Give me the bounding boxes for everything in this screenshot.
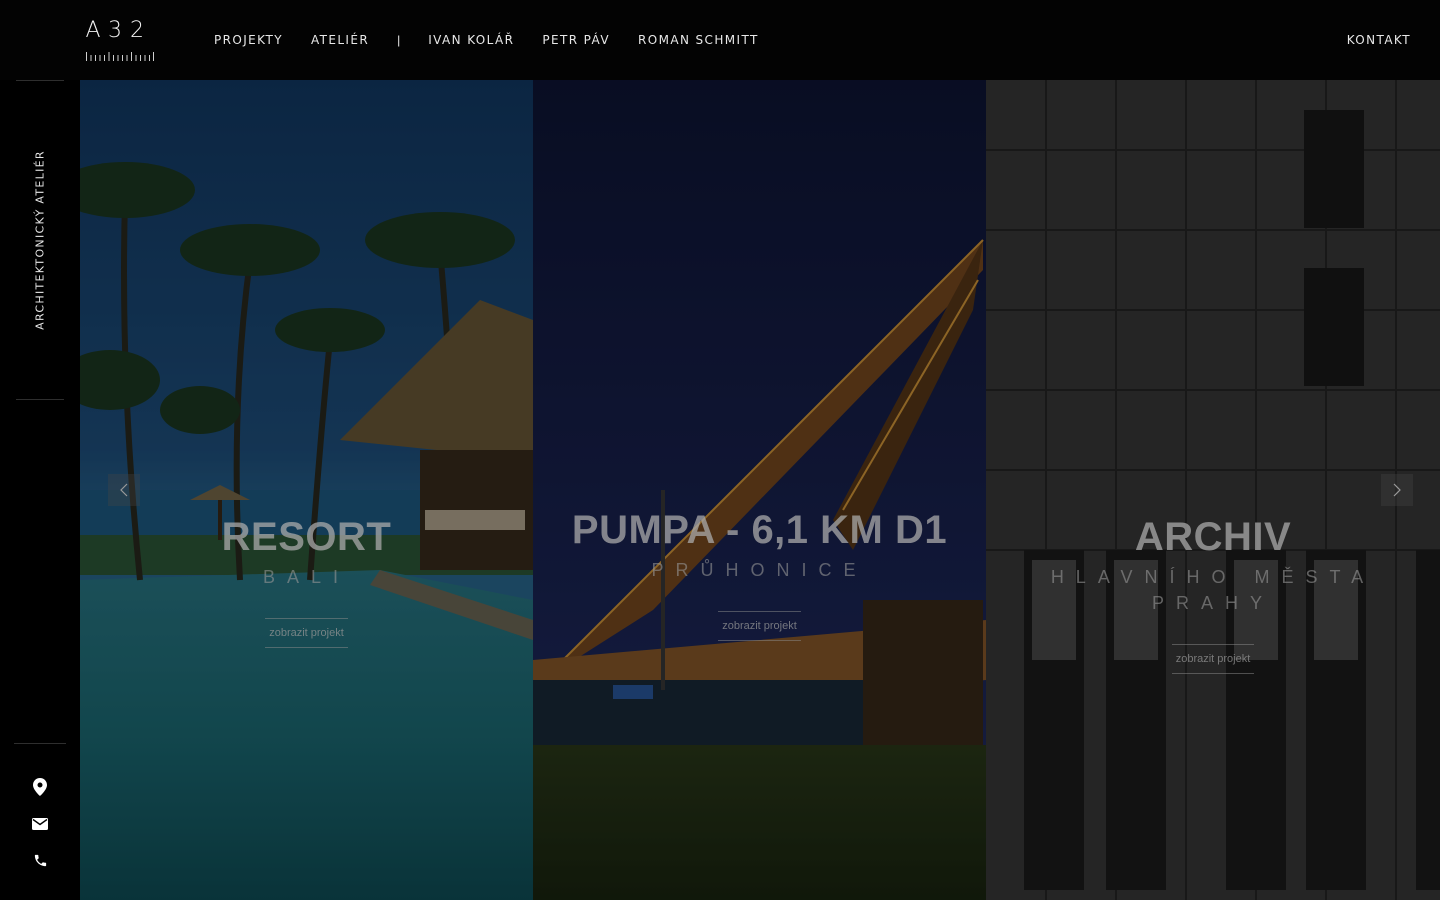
slider-prev-button[interactable] bbox=[108, 474, 140, 506]
project-panel-archiv[interactable]: ARCHIV HLAVNÍHO MĚSTA PRAHY zobrazit pro… bbox=[986, 80, 1440, 900]
envelope-icon[interactable] bbox=[30, 814, 50, 834]
divider bbox=[16, 399, 64, 400]
main-nav: PROJEKTY ATELIÉR | IVAN KOLÁŘ PETR PÁV R… bbox=[214, 33, 787, 47]
project-title: ARCHIV bbox=[1134, 515, 1292, 559]
project-location: PRŮHONICE bbox=[651, 560, 868, 580]
view-project-button[interactable]: zobrazit projekt bbox=[265, 618, 348, 648]
project-caption: RESORT BALI zobrazit projekt bbox=[80, 515, 533, 648]
divider bbox=[16, 80, 64, 81]
project-location: BALI bbox=[262, 567, 351, 587]
nav-ivan-kolar[interactable]: IVAN KOLÁŘ bbox=[428, 33, 514, 47]
sidebar: ARCHITEKTONICKÝ ATELIÉR bbox=[0, 80, 80, 900]
divider bbox=[14, 743, 66, 744]
nav-petr-pav[interactable]: PETR PÁV bbox=[542, 33, 610, 47]
panel-overlay bbox=[533, 80, 986, 900]
slider-next-button[interactable] bbox=[1381, 474, 1413, 506]
project-caption: ARCHIV HLAVNÍHO MĚSTA PRAHY zobrazit pro… bbox=[986, 515, 1440, 674]
location-pin-icon[interactable] bbox=[30, 777, 50, 797]
logo-text: A32 bbox=[85, 18, 148, 43]
project-caption: PUMPA - 6,1 KM D1 PRŮHONICE zobrazit pro… bbox=[533, 508, 986, 641]
chevron-left-icon bbox=[120, 483, 128, 497]
nav-separator: | bbox=[397, 33, 401, 47]
site-header: A32 PROJEKTY ATELIÉR | IVAN KOLÁŘ PETR P… bbox=[0, 0, 1440, 80]
panel-overlay bbox=[986, 80, 1440, 900]
project-title: PUMPA - 6,1 KM D1 bbox=[571, 508, 948, 552]
sidebar-tagline: ARCHITEKTONICKÝ ATELIÉR bbox=[33, 150, 47, 330]
phone-icon[interactable] bbox=[30, 850, 50, 870]
panel-overlay bbox=[80, 80, 533, 900]
view-project-button[interactable]: zobrazit projekt bbox=[718, 611, 801, 641]
view-project-button[interactable]: zobrazit projekt bbox=[1171, 644, 1255, 674]
project-panel-resort[interactable]: RESORT BALI zobrazit projekt bbox=[80, 80, 533, 900]
nav-kontakt[interactable]: KONTAKT bbox=[1347, 33, 1411, 47]
project-panel-pumpa[interactable]: PUMPA - 6,1 KM D1 PRŮHONICE zobrazit pro… bbox=[533, 80, 986, 900]
chevron-right-icon bbox=[1393, 483, 1401, 497]
project-slider: RESORT BALI zobrazit projekt PUMPA - 6,1… bbox=[80, 80, 1440, 900]
logo-ruler-icon bbox=[86, 52, 154, 61]
logo[interactable]: A32 bbox=[84, 18, 156, 62]
nav-atelier[interactable]: ATELIÉR bbox=[311, 33, 369, 47]
project-location: HLAVNÍHO MĚSTA PRAHY bbox=[1050, 567, 1376, 613]
nav-roman-schmitt[interactable]: ROMAN SCHMITT bbox=[638, 33, 759, 47]
project-title: RESORT bbox=[221, 515, 392, 559]
nav-projekty[interactable]: PROJEKTY bbox=[214, 33, 283, 47]
